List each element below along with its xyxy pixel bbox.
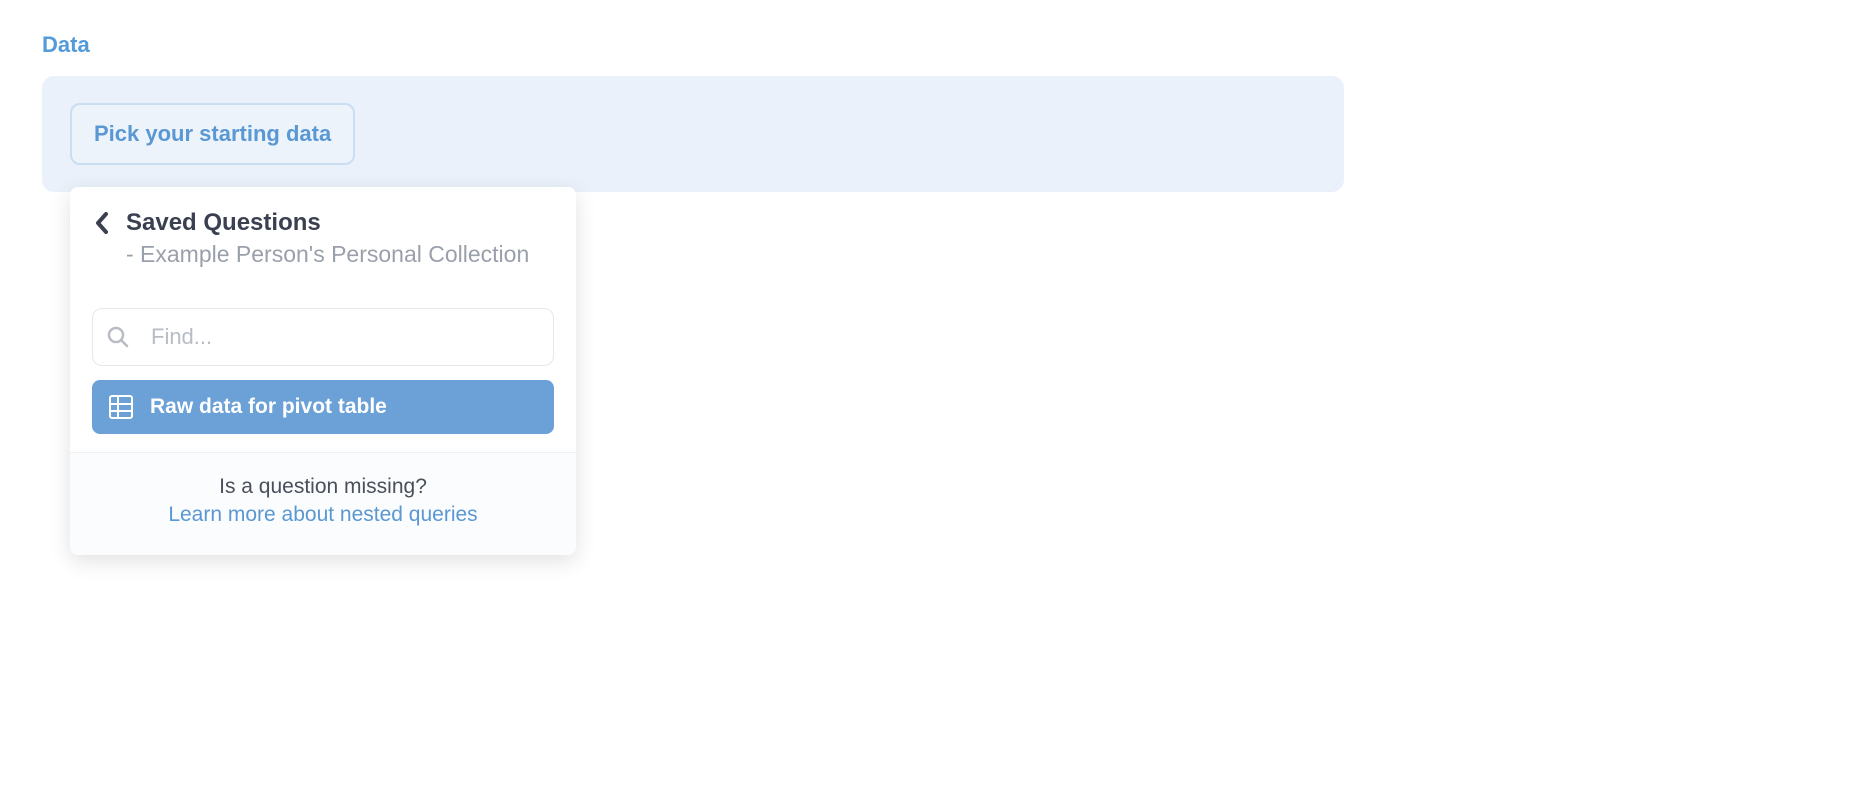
- search-wrap: [92, 308, 554, 366]
- popover-header: Saved Questions - Example Person's Perso…: [70, 187, 576, 280]
- section-label-data: Data: [42, 32, 90, 58]
- learn-more-link[interactable]: Learn more about nested queries: [168, 503, 477, 527]
- data-panel: Pick your starting data: [42, 76, 1344, 192]
- data-picker-popover: Saved Questions - Example Person's Perso…: [70, 187, 576, 555]
- table-icon: [108, 394, 134, 420]
- chevron-left-icon[interactable]: [92, 210, 112, 236]
- popover-subtitle: - Example Person's Personal Collection: [92, 239, 554, 270]
- popover-title: Saved Questions: [126, 209, 321, 237]
- search-icon: [106, 325, 130, 349]
- popover-footer: Is a question missing? Learn more about …: [70, 452, 576, 555]
- footer-question: Is a question missing?: [80, 475, 566, 499]
- item-list: Raw data for pivot table: [70, 380, 576, 452]
- search-input[interactable]: [92, 308, 554, 366]
- pick-starting-data-button[interactable]: Pick your starting data: [70, 103, 355, 165]
- saved-question-label: Raw data for pivot table: [150, 395, 387, 419]
- saved-question-item[interactable]: Raw data for pivot table: [92, 380, 554, 434]
